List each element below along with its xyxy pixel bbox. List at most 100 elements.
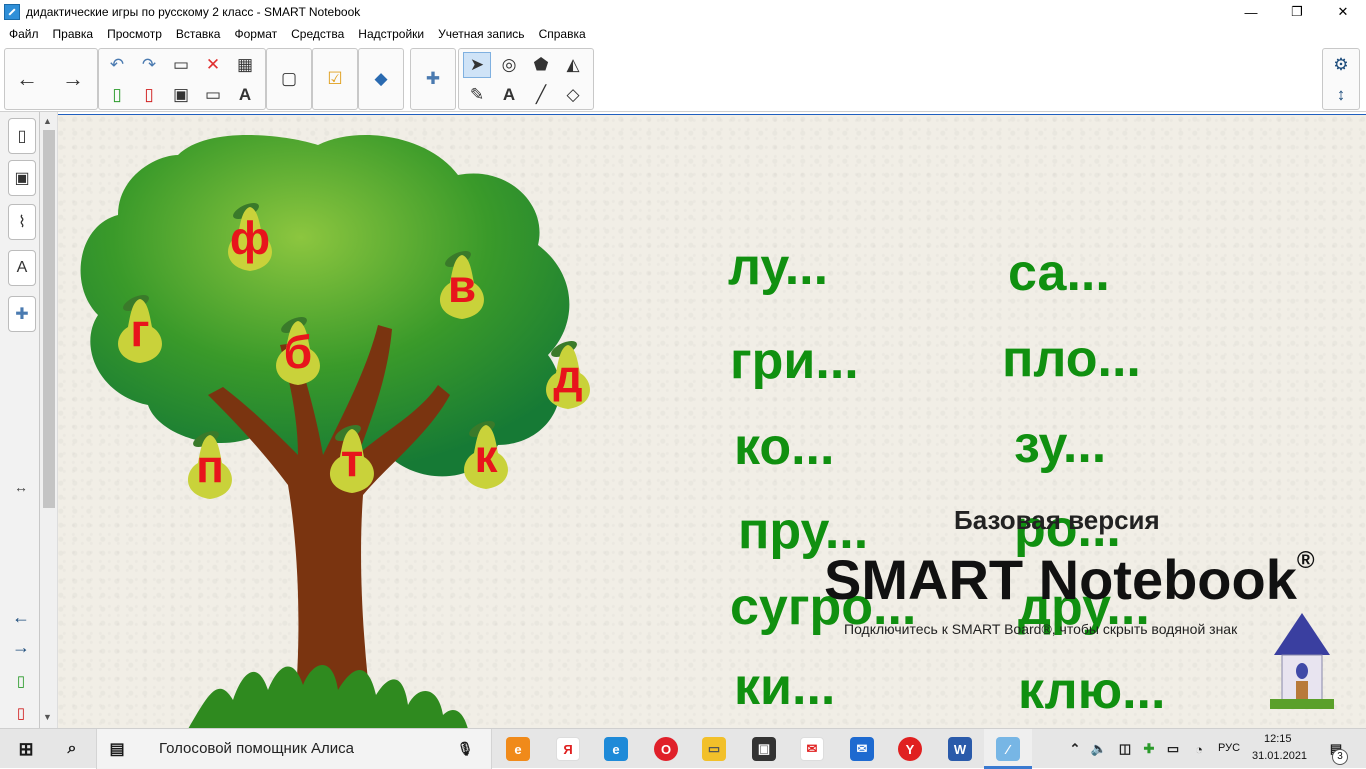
text-tools-icon[interactable]: A <box>231 82 259 108</box>
delete-icon[interactable]: ✕ <box>199 52 227 78</box>
activity-builder-icon[interactable]: ◆ <box>367 66 395 92</box>
search-icon[interactable]: ⌕ <box>60 737 84 761</box>
close-button[interactable]: ✕ <box>1320 0 1366 24</box>
gear-icon[interactable]: ⚙ <box>1327 52 1355 78</box>
menu-edit[interactable]: Правка <box>46 27 101 41</box>
undo-icon[interactable]: ↶ <box>103 52 131 78</box>
task-view-icon[interactable]: ▤ <box>105 737 129 761</box>
camera-icon[interactable]: ◫ <box>1116 737 1134 761</box>
scroll-up-icon[interactable]: ▲ <box>43 116 52 126</box>
language-indicator[interactable]: РУС <box>1218 742 1240 754</box>
redo-icon[interactable]: ↷ <box>135 52 163 78</box>
file-explorer-icon[interactable]: ▭ <box>702 737 726 761</box>
fill-icon[interactable]: ◭ <box>559 52 587 78</box>
pear-d[interactable]: д <box>536 333 600 413</box>
menu-help[interactable]: Справка <box>532 27 593 41</box>
gift-icon[interactable]: ✉ <box>800 737 824 761</box>
pear-f[interactable]: ф <box>218 195 282 275</box>
maximize-button[interactable]: ❐ <box>1274 0 1320 24</box>
text-icon[interactable]: A <box>495 82 523 108</box>
clock-time[interactable]: 12:15 <box>1264 733 1292 745</box>
pear-t[interactable]: т <box>320 417 384 497</box>
previous-page-icon[interactable]: ← <box>13 66 41 92</box>
properties-icon[interactable]: A <box>8 250 36 286</box>
word-left-6[interactable]: ки... <box>734 657 835 717</box>
menu-view[interactable]: Просмотр <box>100 27 169 41</box>
pens-icon[interactable]: ✎ <box>463 82 491 108</box>
attachments-icon[interactable]: ⌇ <box>8 204 36 240</box>
tray-chevron-icon[interactable]: ⌃ <box>1068 737 1082 761</box>
side-prev-page-icon[interactable]: ← <box>8 604 34 630</box>
line-icon[interactable]: ╱ <box>527 82 555 108</box>
network-icon[interactable]: ◔ <box>1190 737 1208 761</box>
microphone-icon[interactable]: 🎙 <box>453 737 477 761</box>
menu-tools[interactable]: Средства <box>284 27 351 41</box>
watermark-subtitle: Базовая версия <box>954 505 1160 535</box>
pear-b[interactable]: б <box>266 309 330 389</box>
response-check-icon[interactable]: ☑ <box>321 66 349 92</box>
shapes-icon[interactable]: ◎ <box>495 52 523 78</box>
pear-letter: к <box>474 430 498 482</box>
paste-icon[interactable]: ▭ <box>167 52 195 78</box>
screen-capture-icon[interactable]: ▢ <box>275 66 303 92</box>
response-group: ☑ <box>312 48 358 110</box>
table-icon[interactable]: ▦ <box>231 52 259 78</box>
menu-account[interactable]: Учетная запись <box>431 27 531 41</box>
pear-p[interactable]: п <box>178 423 242 503</box>
word-icon[interactable]: W <box>948 737 972 761</box>
addons-tab-icon[interactable]: ✚ <box>8 296 36 332</box>
browser-app-icon[interactable]: e <box>506 737 530 761</box>
menu-file[interactable]: Файл <box>2 27 46 41</box>
delete-page-icon[interactable]: ▯ <box>135 82 163 108</box>
minimize-button[interactable]: — <box>1228 0 1274 24</box>
vertical-scrollbar[interactable]: ▲ ▼ <box>40 112 58 728</box>
volume-icon[interactable]: 🔈 <box>1090 737 1108 761</box>
pear-v[interactable]: в <box>430 243 494 323</box>
select-pointer-icon[interactable]: ➤ <box>463 52 491 78</box>
word-right-6[interactable]: клю... <box>1018 661 1165 721</box>
battery-icon[interactable]: ▭ <box>1164 737 1182 761</box>
word-right-2[interactable]: пло... <box>1002 329 1141 389</box>
edit-group: ↶ ↷ ▭ ✕ ▦ ▯ ▯ ▣ ▭ A <box>98 48 266 110</box>
scroll-down-icon[interactable]: ▼ <box>43 712 52 722</box>
opera-icon[interactable]: O <box>654 737 678 761</box>
gallery-icon[interactable]: ▣ <box>8 160 36 196</box>
next-page-icon[interactable]: → <box>59 66 87 92</box>
add-page-icon[interactable]: ▯ <box>103 82 131 108</box>
windows-start-icon[interactable]: ⊞ <box>14 737 38 761</box>
word-left-1[interactable]: лу... <box>728 237 828 297</box>
word-right-3[interactable]: зу... <box>1014 415 1106 475</box>
word-left-2[interactable]: гри... <box>730 331 859 391</box>
word-right-1[interactable]: са... <box>1008 243 1110 303</box>
display-icon[interactable]: ▭ <box>199 82 227 108</box>
active-app-highlight <box>984 729 1032 769</box>
watermark-product: SMART Notebook® <box>824 547 1315 612</box>
scroll-thumb[interactable] <box>43 130 55 508</box>
pear-g[interactable]: г <box>108 287 172 367</box>
tray-app-icon[interactable]: ✚ <box>1140 737 1158 761</box>
resize-tabs-icon[interactable]: ↔ <box>8 474 34 500</box>
save-icon[interactable]: ▣ <box>167 82 195 108</box>
yandex-app-icon[interactable]: Я <box>556 737 580 761</box>
edge-icon[interactable]: e <box>604 737 628 761</box>
watermark-product-name: SMART Notebook <box>824 548 1297 611</box>
menu-addons[interactable]: Надстройки <box>351 27 431 41</box>
notebook-page[interactable]: ф в г б д п т к лу... гри... ко... пру..… <box>58 114 1366 728</box>
toolbar-position-icon[interactable]: ↕ <box>1327 82 1355 108</box>
puzzle-icon[interactable]: ✚ <box>419 66 447 92</box>
voice-assistant-box[interactable]: ▤ Голосовой помощник Алиса 🎙 <box>96 729 492 769</box>
clock-date[interactable]: 31.01.2021 <box>1252 750 1307 762</box>
side-add-page-icon[interactable]: ▯ <box>8 668 34 694</box>
yandex-browser-icon[interactable]: Y <box>898 737 922 761</box>
eraser-icon[interactable]: ◇ <box>559 82 587 108</box>
eraser-shape-icon[interactable]: ⬟ <box>527 52 555 78</box>
side-next-page-icon[interactable]: → <box>8 634 34 660</box>
page-sorter-icon[interactable]: ▯ <box>8 118 36 154</box>
side-delete-page-icon[interactable]: ▯ <box>8 700 34 726</box>
pear-k[interactable]: к <box>454 413 518 493</box>
mail-icon[interactable]: ✉ <box>850 737 874 761</box>
menu-insert[interactable]: Вставка <box>169 27 228 41</box>
word-left-3[interactable]: ко... <box>734 417 834 477</box>
menu-format[interactable]: Формат <box>227 27 284 41</box>
store-icon[interactable]: ▣ <box>752 737 776 761</box>
